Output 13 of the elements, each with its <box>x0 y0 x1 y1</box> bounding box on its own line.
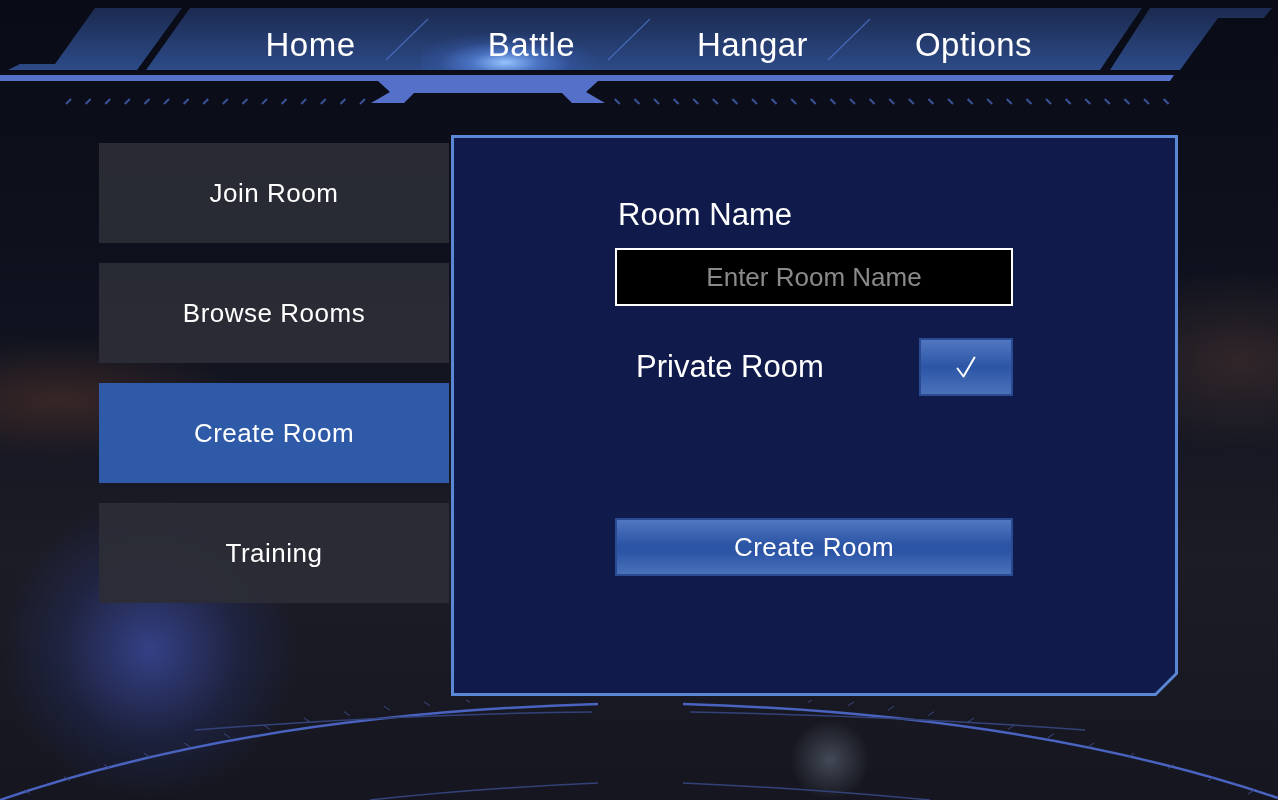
create-room-button[interactable]: Create Room <box>615 518 1013 576</box>
sidebar-item[interactable]: Browse Rooms <box>99 263 449 363</box>
sidebar-item[interactable]: Join Room <box>99 143 449 243</box>
room-name-label: Room Name <box>618 197 792 233</box>
sidebar-item[interactable]: Training <box>99 503 449 603</box>
nav-tab[interactable]: Hangar <box>642 8 863 70</box>
check-icon <box>956 356 976 378</box>
nav-tab[interactable]: Options <box>863 8 1084 70</box>
private-room-label: Private Room <box>636 349 824 385</box>
sidebar-item[interactable]: Create Room <box>99 383 449 483</box>
private-room-checkbox[interactable] <box>919 338 1013 396</box>
nav-tab[interactable]: Home <box>200 8 421 70</box>
room-name-input[interactable]: Enter Room Name <box>615 248 1013 306</box>
